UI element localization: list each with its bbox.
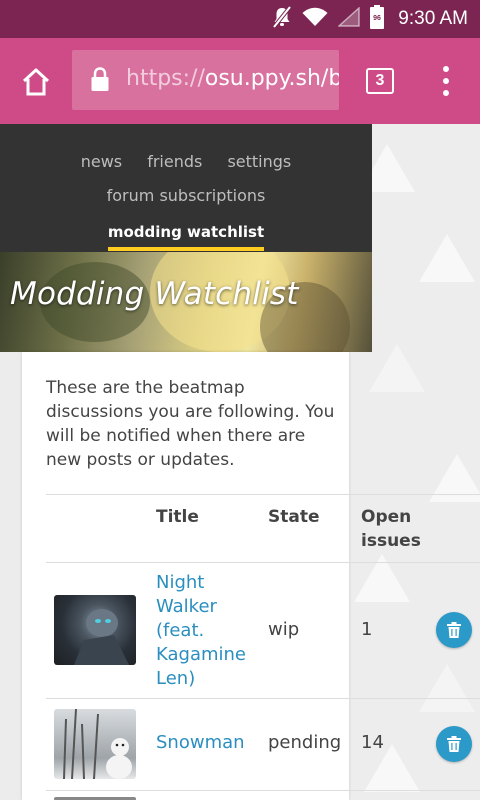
beatmap-thumbnail[interactable] [54,595,136,665]
table-row: Snowman pending 14 [46,698,480,790]
column-header-state: State [268,507,320,527]
nav-link-forum-subscriptions[interactable]: forum subscriptions [107,186,266,205]
beatmap-state: pending [268,732,342,753]
thumbnail-art [63,709,132,779]
lock-icon [90,67,110,97]
beatmap-title-link[interactable]: Night Walker (feat. Kagamine Len) [156,571,256,691]
column-header-title: Title [156,507,199,527]
beatmap-title-link[interactable]: Snowman [156,731,245,755]
open-issues-count: 1 [361,619,373,640]
clock: 9:30 AM [398,8,468,29]
nav-row: modding watchlist [0,222,372,251]
user-nav-panel: news friends settings forum subscription… [0,124,372,252]
trash-icon [447,622,461,638]
url-bar[interactable]: https://osu.ppy.sh/b [72,50,339,110]
nav-link-friends[interactable]: friends [147,152,202,171]
table-row [46,790,480,800]
intro-text: These are the beatmap discussions you ar… [46,378,335,470]
beatmap-state: wip [268,619,300,640]
home-button[interactable] [14,60,58,104]
column-header-open-issues: Open issues [361,507,421,551]
bg-triangle [419,234,475,282]
status-icons: 96 9:30 AM [272,0,468,38]
trash-icon [447,736,461,752]
nav-link-settings[interactable]: settings [227,152,291,171]
url-scheme: https:// [126,66,205,91]
unwatch-button[interactable] [436,726,472,762]
table-row: Night Walker (feat. Kagamine Len) wip 1 [46,562,480,698]
url-text: https://osu.ppy.sh/b [126,66,339,91]
open-issues-count: 14 [361,732,384,753]
status-bar: 96 9:30 AM [0,0,480,38]
header-banner: Modding Watchlist [0,252,372,352]
beatmap-thumbnail[interactable] [54,709,136,779]
overflow-menu-button[interactable] [436,66,456,96]
signal-icon [337,6,361,31]
mute-icon [272,5,292,33]
nav-row: forum subscriptions [0,186,372,205]
url-host: osu.ppy.sh/b [204,66,339,91]
bg-triangle [369,344,425,392]
menu-dot [443,66,449,72]
nav-link-news[interactable]: news [81,152,122,171]
menu-dot [443,90,449,96]
unwatch-button[interactable] [436,612,472,648]
menu-dot [443,78,449,84]
home-icon [22,68,50,96]
thumbnail-art [74,609,129,665]
nav-link-modding-watchlist[interactable]: modding watchlist [107,223,265,251]
tab-switcher-button[interactable]: 3 [366,68,394,94]
table-header: Title State Open issues [46,494,480,562]
page-title: Modding Watchlist [10,276,299,312]
nav-row: news friends settings [0,152,372,171]
wifi-icon [302,7,328,31]
battery-icon: 96 [370,5,385,33]
browser-toolbar: https://osu.ppy.sh/b 3 [0,38,480,124]
battery-level: 96 [373,15,381,22]
